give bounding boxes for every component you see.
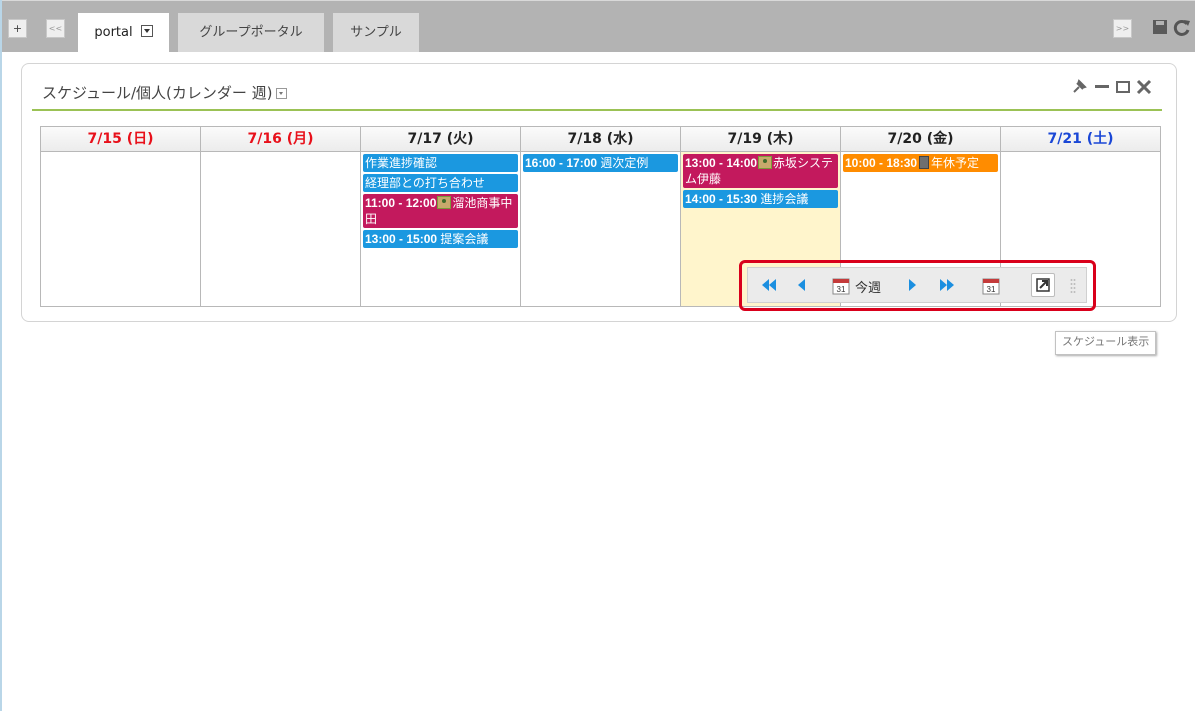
maximize-icon[interactable]	[1115, 78, 1131, 96]
calendar-event[interactable]: 14:00 - 15:30 進捗会議	[683, 190, 838, 208]
add-tab-button[interactable]: +	[8, 19, 27, 38]
day-column[interactable]: 7/18 (水) 16:00 - 17:00 週次定例	[521, 127, 681, 306]
day-header[interactable]: 7/20 (金)	[841, 127, 1000, 152]
day-column[interactable]: 7/16 (月)	[201, 127, 361, 306]
pin-icon[interactable]	[1070, 78, 1088, 96]
event-time: 16:00 - 17:00	[525, 156, 598, 170]
scroll-tabs-right-button[interactable]: >>	[1113, 19, 1132, 38]
day-header[interactable]: 7/21 (土)	[1001, 127, 1160, 152]
event-title: 提案会議	[440, 232, 489, 246]
calendar-event[interactable]: 13:00 - 14:00 赤坂システム伊藤	[683, 154, 838, 188]
day-header[interactable]: 7/16 (月)	[201, 127, 360, 152]
event-title: 週次定例	[600, 156, 649, 170]
tab-group-portal[interactable]: グループポータル	[178, 13, 324, 52]
next-month-icon[interactable]	[938, 276, 956, 294]
tooltip: スケジュール表示	[1055, 331, 1157, 355]
calendar-event[interactable]: 作業進捗確認	[363, 154, 518, 172]
previous-week-icon[interactable]	[796, 276, 808, 294]
portlet-menu-dropdown-icon[interactable]	[276, 88, 288, 99]
day-header[interactable]: 7/19 (木)	[681, 127, 840, 152]
svg-text:31: 31	[987, 285, 996, 294]
event-title: 作業進捗確認	[365, 156, 438, 170]
drag-handle-icon[interactable]	[1070, 278, 1076, 294]
event-time: 13:00 - 15:00	[365, 232, 438, 246]
external-link-icon	[1036, 278, 1050, 292]
event-title: 経理部との打ち合わせ	[365, 176, 485, 190]
next-week-icon[interactable]	[906, 276, 918, 294]
tab-label: グループポータル	[199, 25, 303, 40]
tab-portal[interactable]: portal	[78, 13, 169, 52]
open-schedule-button[interactable]	[1031, 273, 1055, 297]
person-icon	[437, 196, 452, 209]
svg-text:31: 31	[837, 285, 846, 294]
close-icon[interactable]	[1136, 78, 1152, 96]
calendar-event[interactable]: 11:00 - 12:00 溜池商事中田	[363, 194, 518, 228]
refresh-icon[interactable]	[1173, 19, 1191, 37]
this-week-button[interactable]: 今週	[855, 277, 881, 296]
previous-month-icon[interactable]	[760, 276, 778, 294]
tab-bar: + << portal グループポータル サンプル >>	[2, 0, 1195, 52]
date-picker-icon[interactable]: 31	[982, 276, 1000, 295]
event-time: 14:00 - 15:30	[685, 192, 758, 206]
tab-sample[interactable]: サンプル	[333, 13, 419, 52]
minimize-icon[interactable]	[1094, 78, 1110, 96]
portlet-title: スケジュール/個人(カレンダー 週)	[42, 82, 288, 103]
day-column[interactable]: 7/17 (火) 作業進捗確認 経理部との打ち合わせ 11:00 - 12:00…	[361, 127, 521, 306]
save-layout-icon[interactable]	[1152, 19, 1168, 35]
day-column[interactable]: 7/15 (日)	[41, 127, 201, 306]
day-header[interactable]: 7/15 (日)	[41, 127, 200, 152]
scroll-tabs-left-button[interactable]: <<	[46, 19, 65, 38]
tab-label: portal	[94, 25, 133, 40]
calendar-event[interactable]: 10:00 - 18:30 年休予定	[843, 154, 998, 172]
event-title: 進捗会議	[760, 192, 809, 206]
calendar-navigation-toolbar: 31 今週 31	[747, 267, 1087, 303]
event-title: 年休予定	[931, 156, 980, 170]
day-header[interactable]: 7/17 (火)	[361, 127, 520, 152]
calendar-event[interactable]: 16:00 - 17:00 週次定例	[523, 154, 678, 172]
day-header[interactable]: 7/18 (水)	[521, 127, 680, 152]
person-icon	[758, 156, 773, 169]
portlet-title-text: スケジュール/個人(カレンダー 週)	[42, 84, 273, 102]
event-time: 13:00 - 14:00	[685, 156, 758, 170]
document-icon	[919, 156, 930, 169]
title-divider	[32, 109, 1162, 111]
calendar-event[interactable]: 経理部との打ち合わせ	[363, 174, 518, 192]
event-time: 11:00 - 12:00	[365, 196, 437, 210]
calendar-icon[interactable]: 31	[832, 276, 850, 295]
tab-label: サンプル	[350, 25, 402, 40]
tab-menu-dropdown-icon[interactable]	[140, 25, 153, 37]
calendar-event[interactable]: 13:00 - 15:00 提案会議	[363, 230, 518, 248]
event-time: 10:00 - 18:30	[845, 156, 918, 170]
